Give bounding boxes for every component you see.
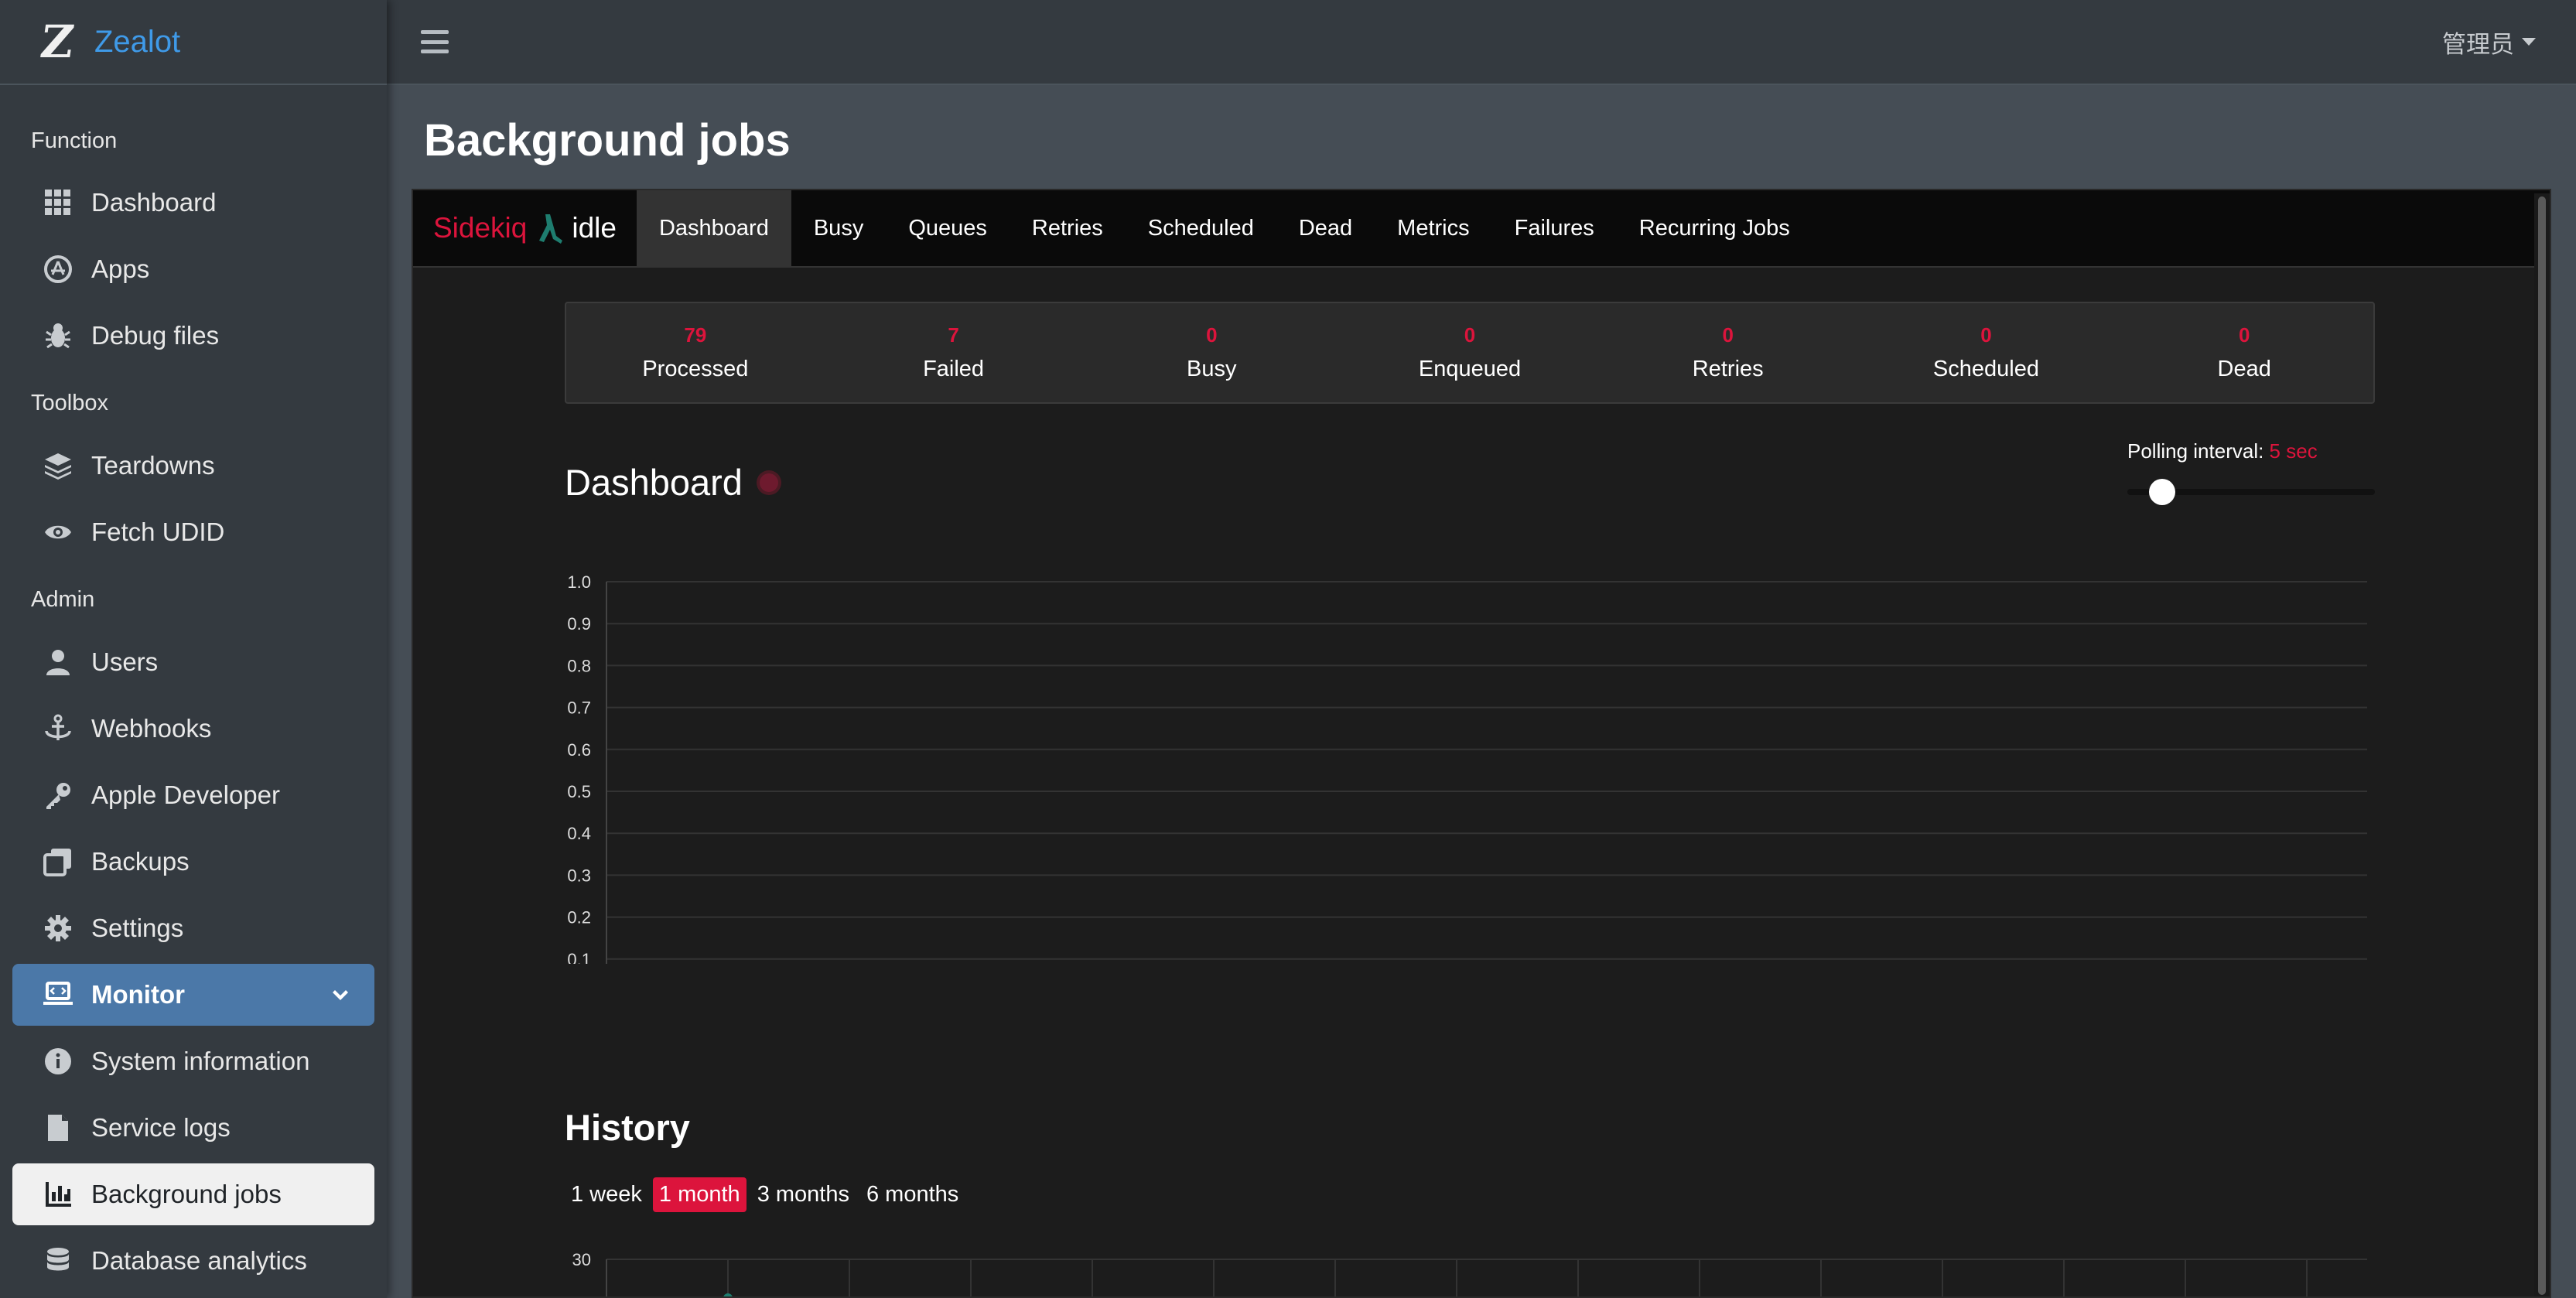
- realtime-chart: 1.00.90.80.70.60.50.40.30.20.10: [567, 572, 2367, 964]
- zealot-logo-icon: Z: [37, 15, 77, 68]
- sidebar-item-label: Service logs: [91, 1113, 231, 1142]
- sidebar-item-label: Database analytics: [91, 1246, 307, 1275]
- caret-down-icon: [2522, 38, 2536, 46]
- sidebar-item-label: Debug files: [91, 321, 220, 350]
- sidebar-item-label: Apps: [91, 254, 150, 283]
- sidebar-item-label: Users: [91, 647, 159, 676]
- key-icon: [42, 779, 74, 811]
- sidebar-item-label: Apple Developer: [91, 781, 280, 809]
- chevron-down-icon: [330, 984, 351, 1006]
- layers-icon: [42, 449, 74, 482]
- history-title: History: [565, 1107, 690, 1148]
- y-tick-label: 0.2: [567, 908, 591, 927]
- y-tick-label: 0.1: [567, 950, 591, 964]
- database-icon: [42, 1245, 74, 1277]
- sidebar-item-label: Backups: [91, 847, 190, 876]
- y-tick-label: 30: [572, 1250, 591, 1269]
- page-title: Background jobs: [424, 115, 791, 166]
- history-range-selector: 1 week 1 month 3 months 6 months: [565, 1177, 969, 1212]
- sidekiq-panel: Sidekiq idle Dashboard Busy Queues Retries S…: [412, 189, 2551, 1298]
- info-icon: [42, 1045, 74, 1078]
- sidebar-item-users[interactable]: Users: [12, 631, 374, 693]
- sidebar-item-label: Teardowns: [91, 451, 215, 480]
- sidebar-item-service-logs[interactable]: Service logs: [12, 1097, 374, 1159]
- sidebar-item-dashboard[interactable]: Dashboard: [12, 172, 374, 234]
- range-3-months[interactable]: 3 months: [751, 1177, 856, 1212]
- sidebar-item-label: Background jobs: [91, 1180, 282, 1208]
- sidebar-item-label: Settings: [91, 914, 184, 942]
- gear-icon: [42, 912, 74, 944]
- sidebar: Z Zealot Function Dashboard Apps Debug file…: [0, 0, 387, 1298]
- range-6-months[interactable]: 6 months: [860, 1177, 965, 1212]
- data-point: [723, 1293, 733, 1296]
- file-icon: [42, 1112, 74, 1144]
- brand[interactable]: Z Zealot: [0, 0, 387, 85]
- sidebar-item-backups[interactable]: Backups: [12, 831, 374, 893]
- user-icon: [42, 646, 74, 678]
- sidebar-item-monitor[interactable]: Monitor: [12, 964, 374, 1026]
- sidebar-item-apps[interactable]: Apps: [12, 238, 374, 300]
- brand-name: Zealot: [94, 24, 181, 59]
- bar-chart-icon: [42, 1178, 74, 1211]
- topbar: 管理员: [387, 0, 2576, 85]
- sidebar-item-label: System information: [91, 1047, 310, 1075]
- sidebar-item-fetch-udid[interactable]: Fetch UDID: [12, 501, 374, 563]
- sidebar-item-label: Fetch UDID: [91, 517, 225, 546]
- sidebar-item-label: Webhooks: [91, 714, 212, 743]
- bug-icon: [42, 319, 74, 352]
- sidebar-item-debug-files[interactable]: Debug files: [12, 305, 374, 367]
- scrollbar[interactable]: [2534, 193, 2550, 1296]
- sidebar-item-database-analytics[interactable]: Database analytics: [12, 1230, 374, 1292]
- sidebar-nav: Function Dashboard Apps Debug files Toolbox T…: [0, 85, 387, 1292]
- sidebar-item-label: Dashboard: [91, 188, 217, 217]
- range-1-week[interactable]: 1 week: [565, 1177, 648, 1212]
- y-tick-label: 0.5: [567, 782, 591, 801]
- hamburger-menu-icon[interactable]: [421, 30, 449, 53]
- eye-icon: [42, 516, 74, 548]
- anchor-icon: [42, 712, 74, 745]
- user-menu[interactable]: 管理员: [2442, 25, 2536, 60]
- y-tick-label: 1.0: [567, 572, 591, 592]
- copy-icon: [42, 845, 74, 878]
- laptop-code-icon: [42, 979, 74, 1011]
- user-menu-label: 管理员: [2442, 30, 2514, 58]
- sidebar-item-teardowns[interactable]: Teardowns: [12, 435, 374, 497]
- range-1-month[interactable]: 1 month: [652, 1177, 746, 1212]
- sidebar-item-apple-developer[interactable]: Apple Developer: [12, 764, 374, 826]
- y-tick-label: 0.6: [567, 740, 591, 760]
- nav-header-toolbox: Toolbox: [31, 390, 108, 415]
- scrollbar-thumb[interactable]: [2538, 196, 2546, 1295]
- nav-header-function: Function: [31, 128, 118, 153]
- y-tick-label: 0.9: [567, 614, 591, 634]
- sidebar-item-webhooks[interactable]: Webhooks: [12, 698, 374, 760]
- grid-icon: [42, 186, 74, 219]
- sidebar-item-label: Monitor: [91, 980, 185, 1009]
- sidebar-item-settings[interactable]: Settings: [12, 897, 374, 959]
- sidebar-item-system-information[interactable]: System information: [12, 1030, 374, 1092]
- y-tick-label: 0.7: [567, 699, 591, 718]
- nav-header-admin: Admin: [31, 586, 95, 612]
- y-tick-label: 0.4: [567, 824, 591, 843]
- y-tick-label: 0.8: [567, 656, 591, 675]
- y-tick-label: 0.3: [567, 866, 591, 885]
- app-store-icon: [42, 253, 74, 285]
- sidebar-item-background-jobs[interactable]: Background jobs: [12, 1163, 374, 1225]
